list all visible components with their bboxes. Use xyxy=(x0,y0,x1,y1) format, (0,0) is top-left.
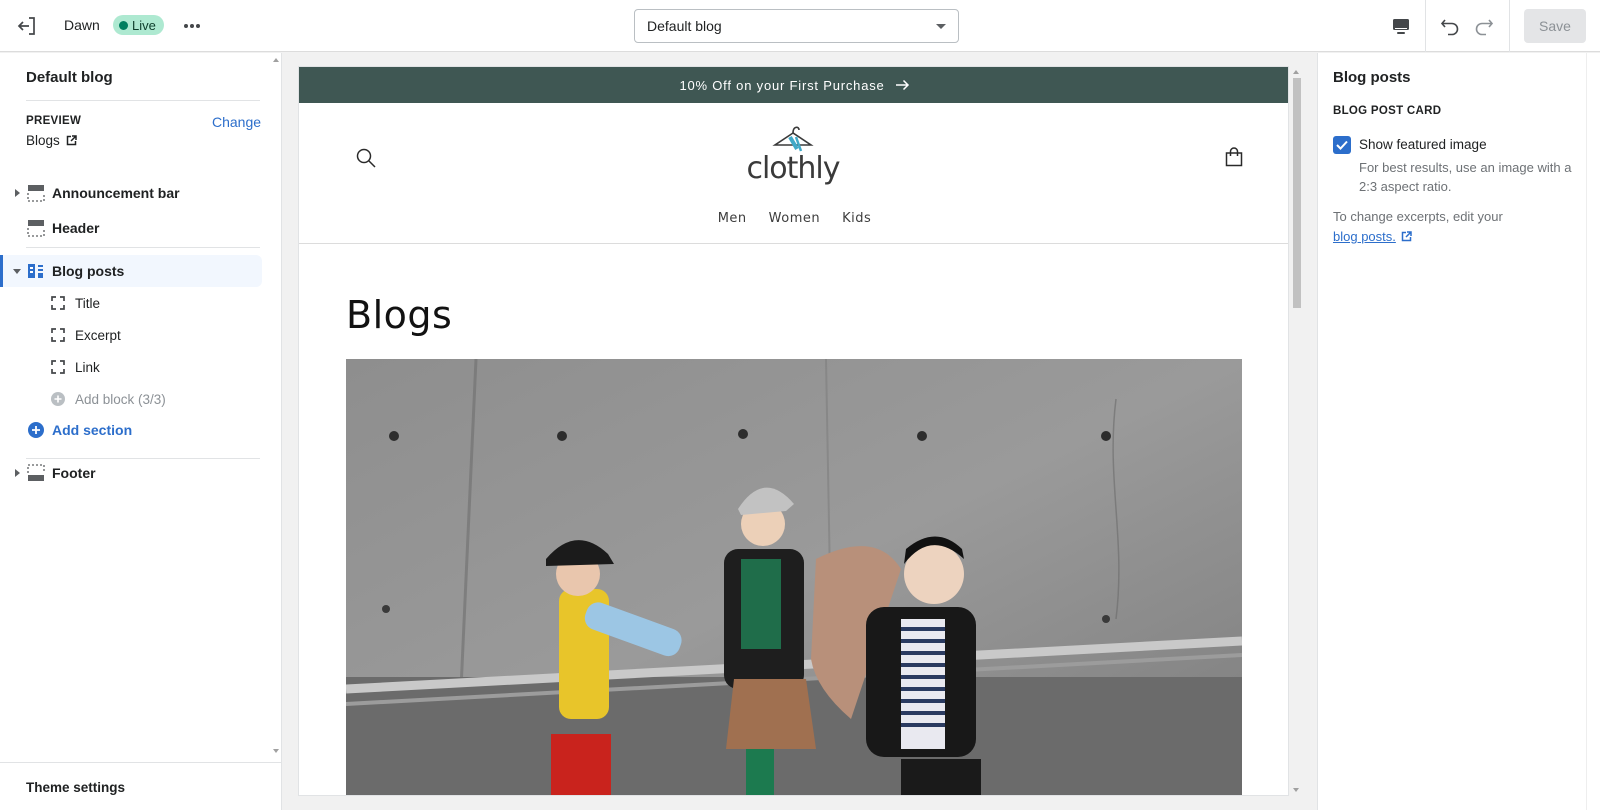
preview-resource-link[interactable]: Blogs xyxy=(26,133,77,148)
exit-button[interactable] xyxy=(12,12,42,40)
settings-scrollbar[interactable] xyxy=(1586,53,1600,810)
main-nav: Men Women Kids xyxy=(299,211,1288,226)
featured-image[interactable] xyxy=(346,359,1242,795)
announcement-text: 10% Off on your First Purchase xyxy=(679,77,885,93)
toolbar-divider xyxy=(1425,0,1426,52)
external-link-icon xyxy=(1401,231,1412,242)
block-link[interactable]: Link xyxy=(0,351,262,383)
toolbar-divider xyxy=(1509,0,1510,52)
section-label: Announcement bar xyxy=(52,185,180,201)
live-badge-label: Live xyxy=(132,17,156,33)
external-link-icon xyxy=(66,135,77,146)
settings-subheading: BLOG POST CARD xyxy=(1333,105,1442,117)
theme-settings-label: Theme settings xyxy=(26,780,126,795)
add-block-label: Add block (3/3) xyxy=(75,391,166,407)
add-section-button[interactable]: Add section xyxy=(0,414,262,446)
logo-text: clothly xyxy=(746,151,840,186)
checkmark-icon xyxy=(1336,140,1348,150)
desktop-view-button[interactable] xyxy=(1388,13,1414,39)
undo-button[interactable] xyxy=(1437,13,1463,39)
settings-title: Blog posts xyxy=(1333,69,1411,86)
section-label: Blog posts xyxy=(52,263,125,279)
expand-toggle[interactable] xyxy=(13,188,21,198)
store-logo[interactable]: clothly xyxy=(743,126,843,189)
preview-resource-label: Blogs xyxy=(26,133,60,148)
blog-icon xyxy=(28,264,43,278)
section-label: Header xyxy=(52,220,100,236)
template-title: Default blog xyxy=(26,69,113,86)
show-featured-image-checkbox[interactable] xyxy=(1333,136,1351,154)
settings-panel: Blog posts BLOG POST CARD Show featured … xyxy=(1317,53,1586,810)
page-title: Blogs xyxy=(346,293,453,337)
change-preview-link[interactable]: Change xyxy=(212,114,261,130)
section-label: Footer xyxy=(52,465,96,481)
section-header[interactable]: Header xyxy=(0,212,262,244)
checkbox-label[interactable]: Show featured image xyxy=(1359,137,1487,152)
section-footer-icon xyxy=(27,464,45,481)
block-label: Excerpt xyxy=(75,327,121,343)
section-header-icon xyxy=(27,220,45,237)
redo-button[interactable] xyxy=(1471,13,1497,39)
announcement-bar[interactable]: 10% Off on your First Purchase xyxy=(299,67,1288,103)
section-announcement-bar[interactable]: Announcement bar xyxy=(0,177,262,209)
excerpt-help-text: To change excerpts, edit your xyxy=(1333,209,1503,224)
sidebar-scrollbar[interactable] xyxy=(270,53,282,758)
arrow-right-icon xyxy=(895,79,909,91)
expand-toggle[interactable] xyxy=(13,468,21,478)
search-icon[interactable] xyxy=(355,147,377,169)
plus-circle-icon xyxy=(51,392,65,406)
desktop-icon xyxy=(1393,19,1409,34)
cart-icon[interactable] xyxy=(1223,146,1245,168)
block-icon xyxy=(51,296,65,310)
section-footer[interactable]: Footer xyxy=(0,457,262,489)
nav-link-women[interactable]: Women xyxy=(769,211,820,226)
undo-icon xyxy=(1440,19,1459,36)
blog-posts-link[interactable]: blog posts. xyxy=(1333,229,1412,244)
preview-scrollbar-thumb[interactable] xyxy=(1293,78,1301,308)
more-actions-button[interactable] xyxy=(180,14,204,38)
divider xyxy=(26,100,260,101)
block-title[interactable]: Title xyxy=(0,287,262,319)
block-icon xyxy=(51,328,65,342)
featured-photo xyxy=(346,359,1242,795)
chevron-down-icon xyxy=(13,268,21,274)
theme-name: Dawn xyxy=(64,17,100,33)
theme-settings-button[interactable]: Theme settings xyxy=(0,762,282,810)
block-excerpt[interactable]: Excerpt xyxy=(0,319,262,351)
checkbox-help-text: For best results, use an image with a 2:… xyxy=(1359,160,1572,194)
redo-icon xyxy=(1475,19,1494,36)
store-header: clothly Men Women Kids xyxy=(299,103,1288,244)
top-bar: Dawn Live Default blog Save xyxy=(0,0,1600,52)
live-dot-icon xyxy=(119,20,128,30)
block-label: Title xyxy=(75,295,101,311)
chevron-down-icon xyxy=(936,23,946,29)
live-badge: Live xyxy=(113,15,164,35)
plus-circle-icon xyxy=(28,422,44,438)
block-label: Link xyxy=(75,359,100,375)
ellipsis-icon xyxy=(184,24,200,28)
add-block-button: Add block (3/3) xyxy=(0,383,262,415)
nav-link-kids[interactable]: Kids xyxy=(842,211,871,226)
template-select[interactable]: Default blog xyxy=(634,9,959,43)
nav-link-men[interactable]: Men xyxy=(718,211,747,226)
divider xyxy=(26,247,260,248)
save-button[interactable]: Save xyxy=(1524,9,1586,43)
sections-sidebar: Default blog PREVIEW Change Blogs Announ… xyxy=(0,53,282,810)
chevron-right-icon xyxy=(14,189,20,197)
add-section-label: Add section xyxy=(52,422,133,438)
storefront-preview: 10% Off on your First Purchase clothly M… xyxy=(298,66,1289,796)
preview-label: PREVIEW xyxy=(26,115,82,127)
chevron-right-icon xyxy=(14,469,20,477)
section-header-icon xyxy=(27,185,45,202)
exit-icon xyxy=(17,17,35,35)
blog-posts-link-label: blog posts. xyxy=(1333,229,1396,244)
block-icon xyxy=(51,360,65,374)
template-select-value: Default blog xyxy=(647,18,722,34)
section-blog-posts[interactable]: Blog posts xyxy=(0,255,262,287)
collapse-toggle[interactable] xyxy=(13,266,21,276)
